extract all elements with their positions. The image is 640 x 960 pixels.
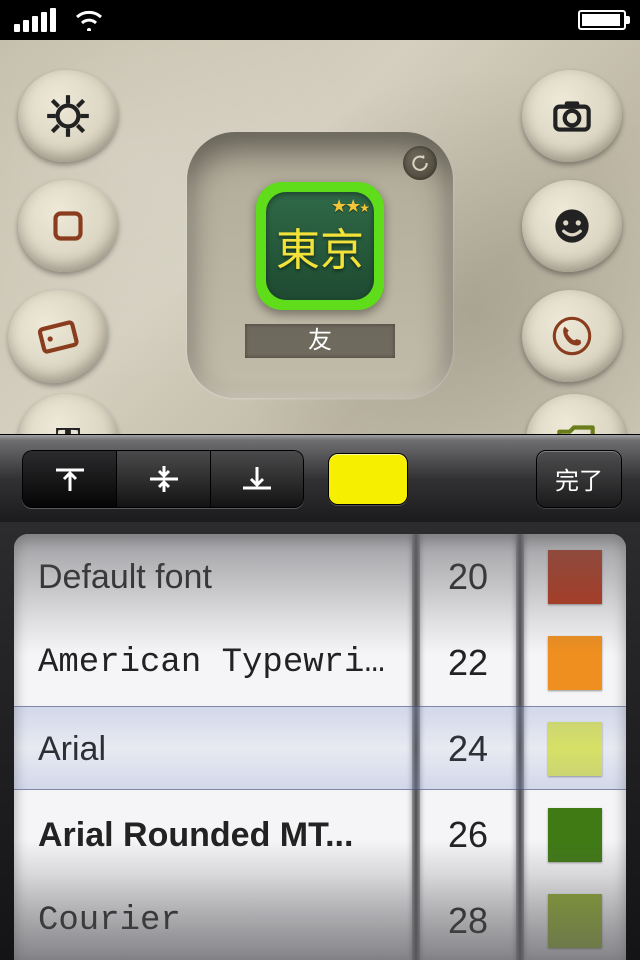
phone-icon (547, 311, 597, 361)
battery-icon (578, 10, 626, 30)
refresh-preview-button[interactable] (403, 146, 437, 180)
status-bar (0, 0, 640, 40)
done-button[interactable]: 完了 (536, 450, 622, 508)
refresh-icon (410, 153, 430, 173)
icon-preview-tile[interactable]: ★★★ 東京 (256, 182, 384, 310)
size-option[interactable]: 24 (420, 706, 516, 792)
face-icon (547, 201, 597, 251)
rotate-card-button[interactable] (0, 279, 118, 392)
font-option[interactable]: Default font (38, 534, 412, 620)
size-option[interactable]: 22 (420, 620, 516, 706)
square-icon (43, 201, 93, 251)
align-middle-button[interactable] (116, 450, 210, 508)
font-option[interactable]: American Typewri... (38, 620, 412, 706)
color-picker-column[interactable] (524, 534, 626, 960)
color-option[interactable] (524, 706, 626, 792)
color-option[interactable] (524, 534, 626, 620)
card-icon (28, 306, 89, 367)
picker-divider (412, 534, 420, 960)
size-option[interactable]: 20 (420, 534, 516, 620)
size-option[interactable]: 26 (420, 792, 516, 878)
picker-container: Default font American Typewri... Arial A… (0, 522, 640, 960)
color-option[interactable] (524, 620, 626, 706)
font-size-color-picker: Default font American Typewri... Arial A… (14, 534, 626, 960)
align-bottom-icon (237, 463, 277, 495)
align-top-button[interactable] (22, 450, 116, 508)
font-option[interactable]: Arial (38, 706, 412, 792)
font-option[interactable]: Courier (38, 878, 412, 960)
color-option[interactable] (524, 878, 626, 960)
icon-preview-text: 東京 (276, 214, 364, 278)
picker-divider (516, 534, 524, 960)
wifi-icon (74, 9, 104, 31)
font-picker-column[interactable]: Default font American Typewri... Arial A… (14, 534, 412, 960)
camera-button[interactable] (522, 70, 622, 162)
text-format-toolbar: 完了 (0, 434, 640, 522)
gear-icon (43, 91, 93, 141)
align-middle-icon (144, 463, 184, 495)
camera-icon (547, 91, 597, 141)
size-picker-column[interactable]: 20 22 24 26 28 (420, 534, 516, 960)
vertical-align-segmented (22, 450, 304, 508)
align-top-icon (50, 463, 90, 495)
text-color-swatch[interactable] (328, 453, 408, 505)
settings-button[interactable] (18, 70, 118, 162)
align-bottom-button[interactable] (210, 450, 304, 508)
icon-editor-canvas: T ★★★ 東京 友 (0, 40, 640, 434)
font-option[interactable]: Arial Rounded MT... (38, 792, 412, 878)
star-decoration-icon: ★★★ (331, 196, 368, 217)
emoji-button[interactable] (522, 180, 622, 272)
color-option[interactable] (524, 792, 626, 878)
phone-button[interactable] (522, 290, 622, 382)
size-option[interactable]: 28 (420, 878, 516, 960)
signal-bars-icon (14, 8, 56, 32)
icon-name-input[interactable]: 友 (245, 324, 395, 358)
icon-preview-well: ★★★ 東京 友 (187, 132, 453, 398)
shape-button[interactable] (18, 180, 118, 272)
